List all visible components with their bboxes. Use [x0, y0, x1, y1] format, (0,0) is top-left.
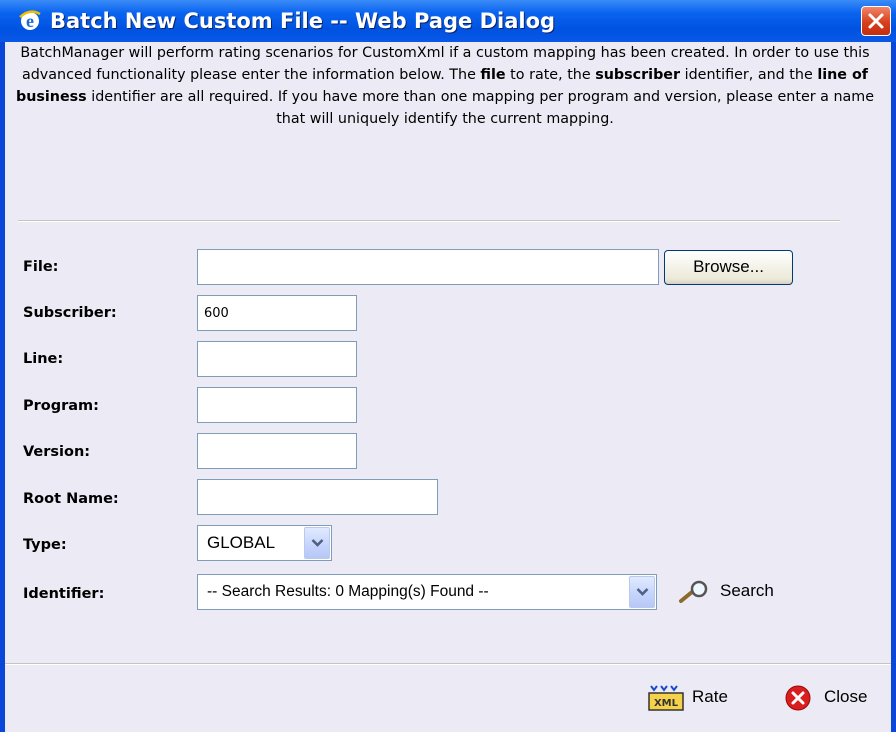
program-input[interactable]	[197, 387, 357, 423]
root-name-label: Root Name:	[23, 491, 119, 507]
root-name-input[interactable]	[197, 479, 438, 515]
browse-button[interactable]: Browse...	[664, 250, 793, 285]
window-title: Batch New Custom File -- Web Page Dialog	[50, 9, 556, 33]
ie-icon: e	[18, 8, 42, 32]
bold-file: file	[480, 67, 506, 83]
identifier-select[interactable]: -- Search Results: 0 Mapping(s) Found --	[197, 574, 657, 610]
title-bar[interactable]: e Batch New Custom File -- Web Page Dial…	[0, 0, 896, 42]
close-circle-icon	[785, 685, 811, 711]
subscriber-label: Subscriber:	[23, 305, 117, 321]
subscriber-input[interactable]	[197, 295, 357, 331]
svg-text:e: e	[26, 11, 34, 31]
identifier-dropdown-button[interactable]	[629, 576, 655, 608]
file-input[interactable]	[197, 249, 659, 285]
footer-divider	[5, 663, 891, 665]
identifier-select-value: -- Search Results: 0 Mapping(s) Found --	[207, 583, 489, 600]
identifier-label: Identifier:	[23, 586, 105, 602]
xml-rate-icon: XML	[648, 685, 684, 711]
chevron-down-icon	[636, 588, 649, 596]
version-label: Version:	[23, 444, 91, 460]
type-label: Type:	[23, 537, 67, 553]
dialog-body	[5, 42, 891, 732]
program-label: Program:	[23, 398, 99, 414]
close-icon	[868, 13, 884, 29]
line-input[interactable]	[197, 341, 357, 377]
dialog-window: e Batch New Custom File -- Web Page Dial…	[0, 0, 896, 732]
bold-subscriber: subscriber	[595, 67, 681, 83]
file-label: File:	[23, 259, 59, 275]
divider	[18, 220, 840, 222]
chevron-down-icon	[311, 539, 324, 547]
type-dropdown-button[interactable]	[304, 527, 330, 559]
type-select-value: GLOBAL	[207, 533, 276, 552]
svg-text:XML: XML	[654, 698, 679, 709]
version-input[interactable]	[197, 433, 357, 469]
type-select[interactable]: GLOBAL	[197, 525, 332, 561]
window-border-right	[891, 42, 896, 732]
magnifier-icon	[679, 580, 708, 603]
line-label: Line:	[23, 351, 64, 367]
window-close-button[interactable]	[861, 6, 891, 36]
intro-text: BatchManager will perform rating scenari…	[15, 45, 875, 127]
